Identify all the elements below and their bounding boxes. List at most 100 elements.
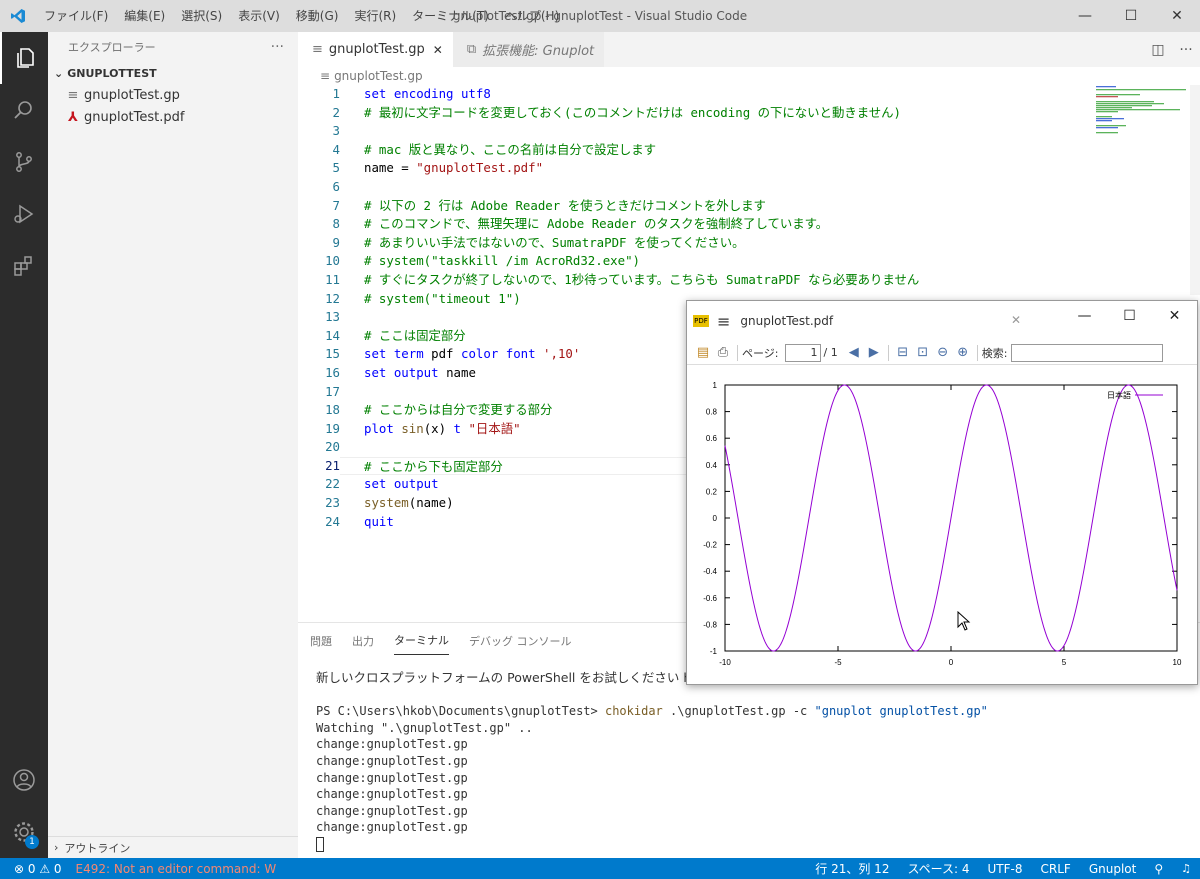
page-number-input[interactable]: 1 — [784, 343, 821, 362]
code-text: set output name — [340, 364, 476, 383]
code-line[interactable]: 5 name = "gnuplotTest.pdf" — [298, 159, 1200, 178]
terminal-prompt: PS C:\Users\hkob\Documents\gnuplotTest> — [316, 704, 605, 719]
feedback-icon[interactable]: ⚲ — [1145, 862, 1172, 876]
pdf-maximize-button[interactable]: ☐ — [1107, 301, 1152, 331]
code-token: # このコマンドで、無理矢理に Adobe Reader のタスクを強制終了して… — [364, 216, 829, 232]
search-icon[interactable] — [0, 84, 48, 136]
code-line[interactable]: 11 # すぐにタスクが終了しないので、1秒待っています。こちらも Sumatra… — [298, 271, 1200, 290]
menu-item[interactable]: ターミナル(T) — [404, 0, 497, 32]
code-text: name = "gnuplotTest.pdf" — [340, 159, 543, 178]
pdf-tab-close-icon[interactable]: ✕ — [1011, 313, 1021, 327]
line-number: 22 — [325, 476, 340, 492]
code-token: # ここからは自分で変更する部分 — [364, 402, 553, 418]
problems-status[interactable]: ⊗ 0 ⚠ 0 — [14, 862, 62, 876]
terminal-line: Watching ".\gnuplotTest.gp" .. — [316, 720, 533, 735]
menu-item[interactable]: 移動(G) — [288, 0, 347, 32]
code-line[interactable]: 6 — [298, 178, 1200, 197]
folder-gnuplottest[interactable]: ⌄ GNUPLOTTEST — [48, 62, 298, 84]
more-actions-icon[interactable]: ··· — [1172, 42, 1200, 58]
sumatra-logo-icon: PDF — [693, 315, 709, 327]
line-number: 11 — [325, 271, 340, 287]
explorer-sidebar: エクスプローラー ··· ⌄ GNUPLOTTEST ≡ gnuplotTest… — [48, 32, 298, 858]
fit-page-icon[interactable]: ⊟ — [893, 345, 913, 360]
outline-section[interactable]: › アウトライン — [48, 836, 298, 858]
tab-terminal[interactable]: ターミナル — [394, 626, 449, 655]
series-line — [724, 384, 1178, 652]
encoding[interactable]: UTF-8 — [979, 862, 1032, 876]
pdf-close-button[interactable]: ✕ — [1152, 301, 1197, 331]
open-file-icon[interactable]: ▤ — [693, 345, 713, 360]
account-icon[interactable] — [0, 754, 48, 806]
y-tick-label: 0.4 — [706, 461, 718, 470]
code-text: # ここは固定部分 — [340, 327, 466, 346]
y-tick-label: -0.2 — [703, 541, 717, 550]
pdf-minimize-button[interactable]: — — [1062, 301, 1107, 331]
tab-problems[interactable]: 問題 — [310, 627, 332, 655]
file-gnuplottest-pdf[interactable]: ⅄ gnuplotTest.pdf — [48, 106, 298, 128]
print-icon[interactable]: ⎙ — [713, 345, 733, 360]
code-line[interactable]: 1 set encoding utf8 — [298, 85, 1200, 104]
y-tick-label: 0.2 — [706, 487, 718, 496]
zoom-in-icon[interactable]: ⊕ — [953, 345, 973, 360]
maximize-button[interactable]: ☐ — [1108, 0, 1154, 32]
code-text: # 以下の 2 行は Adobe Reader を使うときだけコメントを外します — [340, 197, 766, 216]
pdf-search-input[interactable] — [1011, 343, 1164, 362]
line-ending[interactable]: CRLF — [1032, 862, 1080, 876]
minimize-button[interactable]: — — [1062, 0, 1108, 32]
menu-item[interactable]: 選択(S) — [173, 0, 230, 32]
indentation[interactable]: スペース: 4 — [898, 860, 978, 877]
y-tick-label: 1 — [713, 381, 718, 390]
menu-item[interactable]: 編集(E) — [116, 0, 173, 32]
close-button[interactable]: ✕ — [1154, 0, 1200, 32]
editor-scrollbar[interactable] — [1190, 85, 1200, 295]
vim-error-message: E492: Not an editor command: W — [75, 861, 277, 876]
code-line[interactable]: 3 — [298, 122, 1200, 141]
menu-item[interactable]: ファイル(F) — [36, 0, 116, 32]
extensions-icon[interactable] — [0, 240, 48, 292]
code-token: set encoding utf8 — [364, 86, 491, 101]
file-label: gnuplotTest.gp — [84, 87, 180, 103]
menu-item[interactable]: ヘルプ(H) — [497, 0, 567, 32]
editor-tabs: ≡ gnuplotTest.gp ✕ ⧉ 拡張機能: Gnuplot ◫ ··· — [298, 32, 1200, 67]
x-tick-label: -10 — [719, 658, 731, 667]
hamburger-menu-icon[interactable]: ≡ — [717, 312, 730, 331]
run-debug-icon[interactable] — [0, 188, 48, 240]
next-page-icon[interactable]: ▶ — [864, 345, 884, 360]
more-actions-button[interactable]: ··· — [271, 39, 284, 55]
fit-width-icon[interactable]: ⊡ — [913, 345, 933, 360]
code-line[interactable]: 4 # mac 版と異なり、ここの名前は自分で設定します — [298, 141, 1200, 160]
zoom-out-icon[interactable]: ⊖ — [933, 345, 953, 360]
tab-extension-gnuplot[interactable]: ⧉ 拡張機能: Gnuplot — [452, 32, 605, 67]
tab-gnuplottest-gp[interactable]: ≡ gnuplotTest.gp ✕ — [298, 32, 453, 67]
code-line[interactable]: 10 # system("taskkill /im AcroRd32.exe") — [298, 252, 1200, 271]
code-text: set output — [340, 475, 439, 494]
tab-close-icon[interactable]: ✕ — [433, 43, 443, 57]
minimap[interactable] — [1092, 85, 1192, 135]
prev-page-icon[interactable]: ◀ — [844, 345, 864, 360]
code-line[interactable]: 2 # 最初に文字コードを変更しておく(このコメントだけは encoding の下… — [298, 104, 1200, 123]
tab-output[interactable]: 出力 — [352, 627, 374, 655]
text-file-icon: ≡ — [312, 42, 323, 57]
source-control-icon[interactable] — [0, 136, 48, 188]
file-gnuplottest-gp[interactable]: ≡ gnuplotTest.gp — [48, 84, 298, 106]
notifications-bell-icon[interactable]: ♫ — [1172, 862, 1200, 875]
y-tick-label: -1 — [710, 647, 718, 656]
pdf-tab-title[interactable]: gnuplotTest.pdf — [740, 314, 833, 328]
menu-item[interactable]: 表示(V) — [230, 0, 288, 32]
code-line[interactable]: 7 # 以下の 2 行は Adobe Reader を使うときだけコメントを外しま… — [298, 197, 1200, 216]
explorer-title: エクスプローラー — [68, 41, 156, 54]
cursor-position[interactable]: 行 21、列 12 — [806, 860, 898, 877]
split-editor-icon[interactable]: ◫ — [1144, 42, 1172, 58]
tab-debug-console[interactable]: デバッグ コンソール — [469, 627, 572, 655]
line-number: 14 — [325, 327, 340, 343]
code-token: # あまりいい手法ではないので、SumatraPDF を使ってください。 — [364, 234, 745, 250]
menu-item[interactable]: 実行(R) — [346, 0, 404, 32]
breadcrumb[interactable]: ≡ gnuplotTest.gp — [298, 67, 1200, 85]
terminal[interactable]: 新しいクロスプラットフォームの PowerShell をお試しください http… — [298, 658, 1200, 853]
code-line[interactable]: 8 # このコマンドで、無理矢理に Adobe Reader のタスクを強制終了し… — [298, 215, 1200, 234]
line-number: 19 — [325, 420, 340, 436]
code-line[interactable]: 9 # あまりいい手法ではないので、SumatraPDF を使ってください。 — [298, 234, 1200, 253]
settings-gear-icon[interactable]: 1 — [0, 806, 48, 858]
language-mode[interactable]: Gnuplot — [1080, 862, 1146, 876]
explorer-icon[interactable] — [0, 32, 48, 84]
